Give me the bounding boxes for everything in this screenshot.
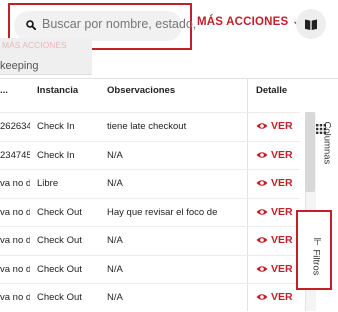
cell-instance: Check Out (37, 292, 82, 303)
view-detail-label: VER (271, 177, 293, 189)
eye-icon (256, 294, 268, 300)
cell-observations: N/A (107, 292, 123, 303)
search-input[interactable]: Buscar por nombre, estado, (14, 11, 196, 41)
cell-instance: Check In (37, 121, 75, 132)
view-detail-label: VER (271, 120, 293, 132)
columns-label: Columnas (321, 121, 333, 165)
book-button[interactable] (296, 9, 326, 39)
cell-id: 234745 (0, 149, 30, 161)
column-header-instance: Instancia (37, 85, 79, 96)
search-icon (26, 20, 36, 30)
table-row: 234745 Check In N/A VER (0, 140, 300, 170)
cell-observations: N/A (107, 178, 123, 189)
cell-observations: N/A (107, 235, 123, 246)
ghost-tab-small-label: MÁS ACCIONES (2, 40, 67, 50)
view-detail-label: VER (271, 291, 293, 303)
view-detail-link[interactable]: VER (256, 177, 293, 189)
cell-observations: N/A (107, 263, 123, 275)
eye-icon (256, 265, 268, 272)
view-detail-link[interactable]: VER (256, 263, 293, 275)
table-row: va no d Libre N/A VER (0, 169, 300, 198)
divider (0, 78, 338, 79)
cell-id: va no d (0, 178, 30, 189)
cell-instance: Check Out (37, 263, 82, 275)
more-actions-label: MÁS ACCIONES (197, 16, 289, 28)
view-detail-link[interactable]: VER (256, 120, 293, 132)
table-row: va no d Check Out Hay que revisar el foc… (0, 197, 300, 227)
column-header-id: ... (0, 85, 8, 96)
table-row: va no d Check Out N/A VER (0, 283, 300, 312)
cell-id: 262634 (0, 121, 30, 132)
book-icon (305, 19, 317, 30)
view-detail-link[interactable]: VER (256, 149, 293, 161)
view-detail-label: VER (271, 262, 293, 275)
cell-instance: Check Out (37, 235, 82, 246)
more-actions-button[interactable]: MÁS ACCIONES⌄ (197, 16, 300, 28)
column-header-detail: Detalle (256, 85, 288, 96)
columns-toggle[interactable]: Columnas (313, 120, 333, 190)
search-placeholder: Buscar por nombre, estado, (42, 17, 197, 31)
cell-observations: tiene late checkout (107, 121, 187, 132)
cell-id: va no d (0, 235, 30, 246)
filter-icon: ⊩ (310, 237, 322, 246)
eye-icon (256, 151, 268, 158)
view-detail-link[interactable]: VER (256, 291, 293, 303)
cell-id: va no d (0, 292, 30, 303)
filters-toggle[interactable]: ⊩ Filtros (296, 210, 332, 290)
eye-icon (256, 123, 268, 129)
view-detail-link[interactable]: VER (256, 206, 293, 218)
view-detail-label: VER (271, 234, 293, 246)
table-row: va no d Check Out N/A VER (0, 226, 300, 255)
eye-icon (256, 208, 268, 215)
filters-label: Filtros (310, 249, 322, 276)
ghost-tab: MÁS ACCIONES keeping (0, 38, 92, 75)
ghost-tab-label: keeping (0, 60, 39, 72)
cell-observations: N/A (107, 149, 123, 161)
cell-id: va no d (0, 206, 30, 218)
cell-observations: Hay que revisar el foco de (107, 206, 218, 218)
eye-icon (256, 237, 268, 243)
table-row: 262634 Check In tiene late checkout VER (0, 112, 300, 141)
view-detail-link[interactable]: VER (256, 234, 293, 246)
cell-instance: Check In (37, 149, 75, 161)
view-detail-label: VER (271, 205, 293, 218)
column-header-observations: Observaciones (107, 85, 176, 96)
table-row: va no d Check Out N/A VER (0, 254, 300, 284)
cell-instance: Check Out (37, 206, 82, 218)
table-header: ... Instancia Observaciones Detalle (0, 85, 300, 107)
view-detail-label: VER (271, 148, 293, 161)
cell-id: va no d (0, 263, 30, 275)
cell-instance: Libre (37, 178, 59, 189)
eye-icon (256, 180, 268, 186)
table-body: 262634 Check In tiene late checkout VER … (0, 112, 300, 312)
